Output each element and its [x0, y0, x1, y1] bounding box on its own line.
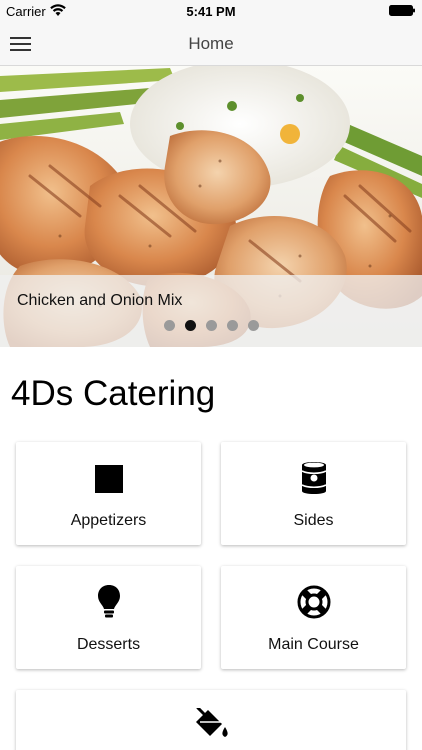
- carousel-pager: [0, 320, 422, 331]
- category-tile-desserts[interactable]: Desserts: [16, 566, 201, 669]
- tile-label: Sides: [293, 512, 334, 529]
- battery-icon: [389, 5, 415, 16]
- pager-dot[interactable]: [247, 320, 259, 331]
- page-title: 4Ds Catering: [11, 374, 216, 413]
- life-ring-icon: [297, 585, 330, 619]
- pager-dot[interactable]: [163, 320, 175, 331]
- category-tile-appetizers[interactable]: Appetizers: [16, 442, 201, 545]
- nav-title: Home: [188, 34, 234, 53]
- hero-caption: Chicken and Onion Mix: [17, 292, 183, 309]
- hero-caption-band: [0, 275, 422, 347]
- pager-dot-active[interactable]: [184, 320, 196, 331]
- category-tile-sides[interactable]: Sides: [221, 442, 406, 545]
- navigation-bar: Home: [0, 22, 422, 66]
- category-tile-fifth[interactable]: [16, 690, 406, 750]
- pager-dot[interactable]: [226, 320, 238, 331]
- paint-bucket-icon: [196, 708, 228, 737]
- tile-label: Desserts: [76, 636, 141, 653]
- lightbulb-icon: [97, 585, 120, 618]
- can-icon: [301, 462, 326, 494]
- status-time: 5:41 PM: [186, 4, 236, 19]
- hero-carousel[interactable]: Chicken and Onion Mix: [0, 66, 422, 347]
- tile-label: Appetizers: [70, 512, 147, 529]
- pager-dot[interactable]: [205, 320, 217, 331]
- tile-label: Main Course: [268, 636, 359, 653]
- square-icon: [94, 465, 123, 493]
- category-tile-main-course[interactable]: Main Course: [221, 566, 406, 669]
- status-bar: Carrier 5:41 PM: [0, 0, 422, 22]
